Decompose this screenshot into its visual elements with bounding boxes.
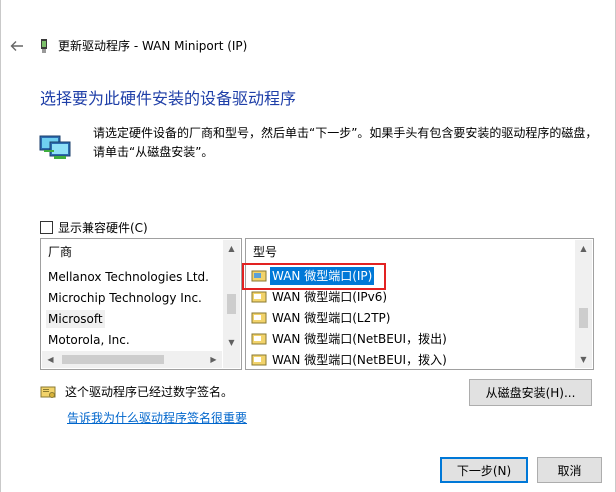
driver-package-icon — [251, 354, 267, 366]
model-item-label: WAN 微型端口(NetBEUI，拨入) — [272, 353, 447, 367]
network-adapter-icon — [38, 38, 50, 54]
instruction-text: 请选定硬件设备的厂商和型号，然后单击“下一步”。如果手头有包含要安装的驱动程序的… — [93, 124, 603, 162]
driver-package-icon — [251, 291, 267, 303]
manufacturer-item-selected[interactable]: Microsoft — [46, 310, 105, 328]
model-item[interactable]: WAN 微型端口(NetBEUI，拨入) — [251, 350, 449, 369]
manufacturer-list[interactable]: 厂商 Mellanox Technologies Ltd. Microchip … — [40, 238, 242, 370]
signed-certificate-icon — [40, 384, 56, 400]
instruction-line-2: 请单击“从磁盘安装”。 — [93, 145, 214, 159]
model-item[interactable]: WAN 微型端口(IPv6) — [251, 287, 389, 307]
manufacturer-horizontal-scrollbar[interactable]: ◀ ▶ — [42, 351, 222, 368]
next-button[interactable]: 下一步(N) — [440, 457, 528, 483]
model-item[interactable]: WAN 微型端口(NetBEUI，拨出) — [251, 329, 449, 349]
window-title: 更新驱动程序 - WAN Miniport (IP) — [58, 39, 248, 53]
update-driver-dialog: 更新驱动程序 - WAN Miniport (IP) 选择要为此硬件安装的设备驱… — [0, 0, 616, 492]
manufacturer-hscroll-thumb[interactable] — [62, 355, 164, 364]
driver-package-icon — [251, 312, 267, 324]
compatible-checkbox-label: 显示兼容硬件(C) — [58, 221, 148, 235]
scroll-down-arrow-icon[interactable]: ▼ — [223, 334, 240, 351]
scrollbar-corner — [223, 351, 240, 368]
compatible-checkbox[interactable] — [40, 221, 53, 234]
instruction-line-1: 请选定硬件设备的厂商和型号，然后单击“下一步”。如果手头有包含要安装的驱动程序的… — [93, 126, 598, 140]
scroll-up-arrow-icon[interactable]: ▲ — [575, 240, 592, 257]
back-arrow-icon[interactable] — [8, 37, 26, 55]
show-compatible-hardware[interactable]: 显示兼容硬件(C) — [40, 219, 148, 236]
scroll-right-arrow-icon[interactable]: ▶ — [205, 351, 222, 368]
signature-status: 这个驱动程序已经过数字签名。 — [65, 385, 234, 399]
model-item-label: WAN 微型端口(IPv6) — [272, 290, 388, 304]
network-computers-icon — [38, 130, 74, 162]
scroll-up-arrow-icon[interactable]: ▲ — [223, 240, 240, 257]
model-list[interactable]: 型号 WAN 微型端口(IP) WAN 微型端口(IPv6) WAN 微型端口(… — [245, 238, 594, 370]
manufacturer-scroll-thumb[interactable] — [227, 294, 236, 314]
page-heading: 选择要为此硬件安装的设备驱动程序 — [40, 89, 297, 108]
model-scroll-thumb[interactable] — [579, 308, 588, 328]
model-item[interactable]: WAN 微型端口(L2TP) — [251, 308, 392, 328]
manufacturer-vertical-scrollbar[interactable]: ▲ ▼ — [223, 240, 240, 351]
driver-package-icon — [251, 333, 267, 345]
manufacturer-item[interactable]: Mellanox Technologies Ltd. — [48, 268, 209, 286]
model-item-label: WAN 微型端口(L2TP) — [272, 311, 391, 325]
scroll-down-arrow-icon[interactable]: ▼ — [575, 351, 592, 368]
model-vertical-scrollbar[interactable]: ▲ ▼ — [575, 240, 592, 368]
have-disk-button[interactable]: 从磁盘安装(H)... — [469, 379, 592, 406]
model-list-header: 型号 — [253, 245, 278, 259]
signature-help-link[interactable]: 告诉我为什么驱动程序签名很重要 — [67, 409, 247, 426]
highlight-box — [242, 263, 386, 290]
cancel-button[interactable]: 取消 — [537, 457, 602, 483]
manufacturer-list-header: 厂商 — [48, 245, 73, 259]
manufacturer-item[interactable]: Microchip Technology Inc. — [48, 289, 202, 307]
model-item-label: WAN 微型端口(NetBEUI，拨出) — [272, 332, 447, 346]
window-border-left — [0, 0, 1, 492]
manufacturer-item[interactable]: Motorola, Inc. — [48, 331, 130, 349]
scroll-left-arrow-icon[interactable]: ◀ — [42, 351, 59, 368]
